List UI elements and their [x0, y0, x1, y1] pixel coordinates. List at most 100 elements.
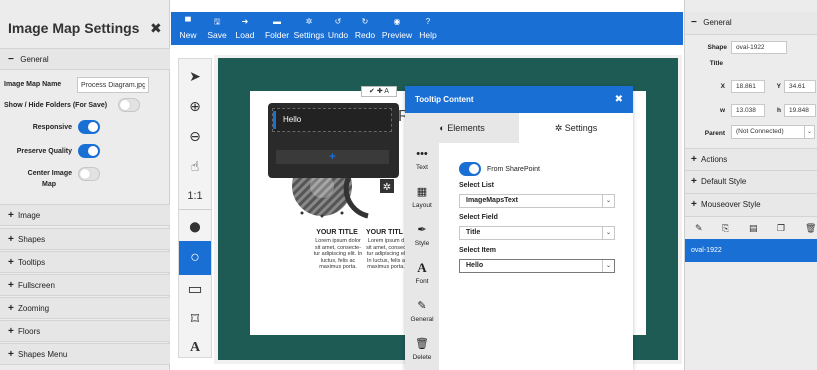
paste-icon[interactable]: ▤ — [749, 223, 758, 234]
center-image-toggle[interactable] — [78, 167, 100, 181]
folder-button[interactable]: ▬ Folder — [262, 12, 292, 45]
toggle-knob — [80, 169, 90, 179]
side-text-button[interactable]: ••• Text — [405, 143, 439, 181]
section-general[interactable]: − General — [685, 12, 817, 35]
parent-dropdown[interactable]: (Not Connected) ⌄ — [731, 125, 815, 139]
section-shapes[interactable]: + Shapes — [0, 228, 170, 250]
load-button[interactable]: ➜ Load — [234, 12, 256, 45]
center-image-label: Center Image — [27, 170, 72, 177]
side-style-button[interactable]: ✒ Style — [405, 219, 439, 257]
pan-tool[interactable]: ☝ — [179, 149, 211, 183]
handle-dot[interactable] — [320, 214, 324, 218]
save-button[interactable]: 🖫 Save — [205, 12, 229, 45]
plus-icon: + — [8, 326, 14, 337]
y-input[interactable]: 34.61 — [784, 80, 816, 93]
show-hide-folders-toggle[interactable] — [118, 98, 140, 112]
toggle-knob — [469, 164, 479, 174]
save-icon: 🖫 — [213, 17, 221, 26]
side-delete-label: Delete — [412, 354, 432, 361]
rectangle-tool[interactable]: ▭ — [179, 273, 211, 307]
gear-icon: ✲ — [383, 182, 391, 193]
redo-button[interactable]: ↻ Redo — [354, 12, 376, 45]
rectangle-icon: ▭ — [187, 281, 203, 298]
section-general[interactable]: − General — [0, 48, 170, 70]
zoom-out-tool[interactable]: ⊖ — [179, 119, 211, 153]
side-layout-button[interactable]: ▦ Layout — [405, 181, 439, 219]
responsive-toggle[interactable] — [78, 120, 100, 134]
oval-tool[interactable]: ○ — [179, 241, 211, 275]
side-delete-button[interactable]: 🗑 Delete — [405, 333, 439, 370]
pointer-tool[interactable]: ➤ — [179, 59, 211, 93]
eye-icon: ◉ — [393, 17, 401, 26]
duplicate-icon[interactable]: ❐ — [777, 223, 785, 234]
from-sharepoint-toggle[interactable] — [459, 162, 481, 176]
side-general-button[interactable]: ✎ General — [405, 295, 439, 333]
help-button[interactable]: ? Help — [417, 12, 439, 45]
pin-tool[interactable]: ⬤ — [179, 211, 211, 245]
gear-icon: ✲ — [305, 17, 313, 26]
undo-button[interactable]: ↺ Undo — [327, 12, 349, 45]
shape-mini-toolbar[interactable]: ✔ ✚ A — [361, 86, 397, 97]
parent-value: (Not Connected) — [736, 128, 784, 135]
brush-icon: ✒ — [417, 224, 427, 236]
select-list-dropdown[interactable]: ImageMapsText ⌄ — [459, 194, 615, 208]
select-field-value: Title — [466, 229, 481, 236]
preserve-quality-toggle[interactable] — [78, 144, 100, 158]
select-field-label: Select Field — [459, 214, 498, 221]
section-label: Default Style — [701, 177, 747, 186]
toggle-knob — [120, 100, 130, 110]
copy-icon[interactable]: ⎘ — [722, 223, 729, 234]
dialog-sidebar: ••• Text ▦ Layout ✒ Style A Font ✎ General 🗑 D… — [405, 143, 439, 370]
plus-icon: + — [8, 280, 14, 291]
pencil-icon[interactable]: ✎ — [695, 223, 703, 234]
close-icon[interactable]: ✖ — [615, 86, 623, 113]
settings-label: Settings — [293, 30, 325, 40]
close-icon[interactable]: ✖ — [150, 20, 162, 37]
select-field-dropdown[interactable]: Title ⌄ — [459, 226, 615, 240]
section-mouseover-style[interactable]: + Mouseover Style — [685, 194, 817, 217]
side-font-button[interactable]: A Font — [405, 257, 439, 295]
section-image[interactable]: + Image — [0, 204, 170, 226]
text-tool[interactable]: A — [179, 331, 211, 365]
w-input[interactable]: 13.038 — [731, 104, 765, 117]
section-tooltips[interactable]: + Tooltips — [0, 251, 170, 273]
select-item-dropdown[interactable]: Hello ⌄ — [459, 259, 615, 273]
shape-list-item[interactable]: oval-1922 — [685, 239, 817, 262]
x-input[interactable]: 18.861 — [731, 80, 765, 93]
text-icon: A — [189, 340, 201, 355]
image-map-name-label: Image Map Name — [4, 81, 62, 88]
section-zooming[interactable]: + Zooming — [0, 297, 170, 319]
section-label: Zooming — [18, 304, 50, 313]
show-hide-folders-label: Show / Hide Folders (For Save) — [4, 102, 108, 109]
shape-name-input[interactable]: oval-1922 — [731, 41, 787, 54]
section-fullscreen[interactable]: + Fullscreen — [0, 274, 170, 296]
section-actions[interactable]: + Actions — [685, 148, 817, 171]
tab-settings[interactable]: ✲ Settings — [519, 113, 633, 143]
section-shapes-menu[interactable]: + Shapes Menu — [0, 343, 170, 365]
handle-dot[interactable] — [300, 211, 304, 215]
h-input[interactable]: 19.848 — [784, 104, 816, 117]
handle-dot[interactable] — [340, 211, 344, 215]
section-floors[interactable]: + Floors — [0, 320, 170, 342]
plus-icon: + — [8, 349, 14, 360]
plus-icon: + — [691, 154, 697, 165]
tab-elements[interactable]: ◐ Elements — [405, 113, 519, 143]
image-map-name-input[interactable] — [77, 77, 149, 93]
settings-button[interactable]: ✲ Settings — [292, 12, 326, 45]
preview-label: Preview — [381, 30, 413, 40]
new-button[interactable]: ▀ New — [177, 12, 199, 45]
actual-size-tool[interactable]: 1:1 — [179, 179, 211, 213]
trash-icon[interactable]: 🗑 — [805, 223, 816, 234]
add-element-button[interactable]: + — [276, 150, 389, 164]
section-default-style[interactable]: + Default Style — [685, 171, 817, 194]
toggle-knob — [88, 122, 98, 132]
redo-icon: ↻ — [361, 17, 369, 26]
tooltip-item[interactable]: Hello — [272, 108, 392, 132]
zoom-in-tool[interactable]: ⊕ — [179, 89, 211, 123]
plus-icon: + — [8, 303, 14, 314]
parent-label: Parent — [704, 130, 725, 137]
preview-button[interactable]: ◉ Preview — [381, 12, 413, 45]
wrench-icon: ✎ — [417, 300, 427, 312]
y-label: Y — [776, 83, 781, 90]
section-label: Floors — [18, 327, 41, 336]
